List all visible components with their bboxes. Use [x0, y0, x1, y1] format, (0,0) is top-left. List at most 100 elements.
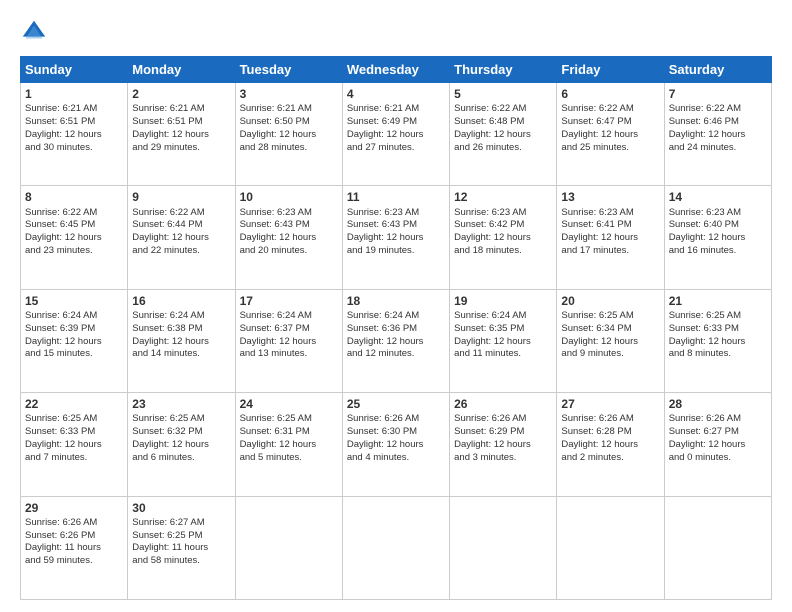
day-info-line: and 19 minutes. [347, 245, 445, 258]
day-info-line: Daylight: 11 hours [25, 542, 123, 555]
day-info-line: Daylight: 12 hours [347, 232, 445, 245]
day-info-line: and 13 minutes. [240, 348, 338, 361]
day-info-line: Daylight: 12 hours [240, 336, 338, 349]
day-info-line: and 29 minutes. [132, 142, 230, 155]
day-info-line: Sunset: 6:41 PM [561, 219, 659, 232]
day-number: 16 [132, 293, 230, 309]
calendar-cell: 1Sunrise: 6:21 AMSunset: 6:51 PMDaylight… [21, 83, 128, 186]
day-info-line: Sunset: 6:44 PM [132, 219, 230, 232]
day-info-line: Daylight: 12 hours [132, 232, 230, 245]
day-info-line: Sunrise: 6:21 AM [25, 103, 123, 116]
day-info-line: Sunrise: 6:21 AM [132, 103, 230, 116]
day-number: 18 [347, 293, 445, 309]
calendar-header-monday: Monday [128, 57, 235, 83]
day-info-line: and 8 minutes. [669, 348, 767, 361]
calendar-week-0: 1Sunrise: 6:21 AMSunset: 6:51 PMDaylight… [21, 83, 772, 186]
day-info-line: Sunset: 6:31 PM [240, 426, 338, 439]
day-number: 27 [561, 396, 659, 412]
day-info-line: Daylight: 12 hours [669, 232, 767, 245]
calendar-cell: 10Sunrise: 6:23 AMSunset: 6:43 PMDayligh… [235, 186, 342, 289]
day-info-line: Sunrise: 6:26 AM [669, 413, 767, 426]
day-info-line: Daylight: 12 hours [561, 129, 659, 142]
day-number: 20 [561, 293, 659, 309]
day-info-line: Daylight: 12 hours [561, 336, 659, 349]
day-info-line: Daylight: 12 hours [454, 129, 552, 142]
day-info-line: Sunrise: 6:27 AM [132, 517, 230, 530]
day-number: 13 [561, 189, 659, 205]
day-info-line: and 16 minutes. [669, 245, 767, 258]
calendar-cell: 25Sunrise: 6:26 AMSunset: 6:30 PMDayligh… [342, 393, 449, 496]
calendar-cell: 18Sunrise: 6:24 AMSunset: 6:36 PMDayligh… [342, 289, 449, 392]
calendar-cell: 3Sunrise: 6:21 AMSunset: 6:50 PMDaylight… [235, 83, 342, 186]
day-info-line: Sunrise: 6:23 AM [454, 207, 552, 220]
calendar-cell [450, 496, 557, 599]
day-info-line: Daylight: 12 hours [25, 129, 123, 142]
day-info-line: Sunset: 6:35 PM [454, 323, 552, 336]
day-info-line: Sunset: 6:25 PM [132, 530, 230, 543]
calendar-cell: 24Sunrise: 6:25 AMSunset: 6:31 PMDayligh… [235, 393, 342, 496]
day-number: 3 [240, 86, 338, 102]
day-info-line: Sunrise: 6:22 AM [25, 207, 123, 220]
day-info-line: Sunset: 6:27 PM [669, 426, 767, 439]
day-info-line: Sunset: 6:49 PM [347, 116, 445, 129]
day-number: 25 [347, 396, 445, 412]
day-info-line: Daylight: 12 hours [240, 129, 338, 142]
day-info-line: and 22 minutes. [132, 245, 230, 258]
day-info-line: Sunrise: 6:23 AM [240, 207, 338, 220]
day-number: 7 [669, 86, 767, 102]
day-number: 4 [347, 86, 445, 102]
day-info-line: Sunset: 6:30 PM [347, 426, 445, 439]
calendar-header-thursday: Thursday [450, 57, 557, 83]
day-number: 6 [561, 86, 659, 102]
day-info-line: Sunrise: 6:25 AM [669, 310, 767, 323]
page: SundayMondayTuesdayWednesdayThursdayFrid… [0, 0, 792, 612]
calendar-cell [664, 496, 771, 599]
day-info-line: Sunrise: 6:22 AM [669, 103, 767, 116]
calendar-cell [235, 496, 342, 599]
logo [20, 18, 52, 46]
day-number: 21 [669, 293, 767, 309]
calendar-header-wednesday: Wednesday [342, 57, 449, 83]
day-info-line: Sunrise: 6:26 AM [454, 413, 552, 426]
day-info-line: Sunrise: 6:25 AM [25, 413, 123, 426]
day-info-line: Sunset: 6:39 PM [25, 323, 123, 336]
day-info-line: Daylight: 12 hours [132, 336, 230, 349]
calendar-week-1: 8Sunrise: 6:22 AMSunset: 6:45 PMDaylight… [21, 186, 772, 289]
day-info-line: Daylight: 12 hours [25, 439, 123, 452]
day-info-line: Sunrise: 6:25 AM [561, 310, 659, 323]
calendar-cell: 14Sunrise: 6:23 AMSunset: 6:40 PMDayligh… [664, 186, 771, 289]
day-info-line: Sunrise: 6:21 AM [347, 103, 445, 116]
calendar-table: SundayMondayTuesdayWednesdayThursdayFrid… [20, 56, 772, 600]
calendar-header-tuesday: Tuesday [235, 57, 342, 83]
day-info-line: Sunrise: 6:25 AM [132, 413, 230, 426]
calendar-cell: 15Sunrise: 6:24 AMSunset: 6:39 PMDayligh… [21, 289, 128, 392]
day-info-line: Sunset: 6:40 PM [669, 219, 767, 232]
day-number: 8 [25, 189, 123, 205]
day-info-line: Sunrise: 6:24 AM [132, 310, 230, 323]
day-info-line: Sunset: 6:36 PM [347, 323, 445, 336]
day-info-line: Daylight: 12 hours [347, 439, 445, 452]
day-info-line: Daylight: 12 hours [240, 439, 338, 452]
day-info-line: and 24 minutes. [669, 142, 767, 155]
day-number: 12 [454, 189, 552, 205]
day-info-line: and 59 minutes. [25, 555, 123, 568]
day-number: 2 [132, 86, 230, 102]
day-info-line: and 3 minutes. [454, 452, 552, 465]
calendar-cell: 27Sunrise: 6:26 AMSunset: 6:28 PMDayligh… [557, 393, 664, 496]
day-number: 17 [240, 293, 338, 309]
day-number: 29 [25, 500, 123, 516]
day-info-line: Daylight: 11 hours [132, 542, 230, 555]
day-info-line: Sunrise: 6:26 AM [25, 517, 123, 530]
day-info-line: and 30 minutes. [25, 142, 123, 155]
day-info-line: Sunrise: 6:24 AM [25, 310, 123, 323]
day-info-line: Sunset: 6:37 PM [240, 323, 338, 336]
calendar-cell [557, 496, 664, 599]
day-info-line: and 27 minutes. [347, 142, 445, 155]
day-info-line: Sunset: 6:51 PM [25, 116, 123, 129]
day-info-line: Sunrise: 6:23 AM [561, 207, 659, 220]
calendar-week-3: 22Sunrise: 6:25 AMSunset: 6:33 PMDayligh… [21, 393, 772, 496]
day-info-line: and 23 minutes. [25, 245, 123, 258]
day-info-line: Sunset: 6:26 PM [25, 530, 123, 543]
day-info-line: and 9 minutes. [561, 348, 659, 361]
day-info-line: Sunrise: 6:21 AM [240, 103, 338, 116]
